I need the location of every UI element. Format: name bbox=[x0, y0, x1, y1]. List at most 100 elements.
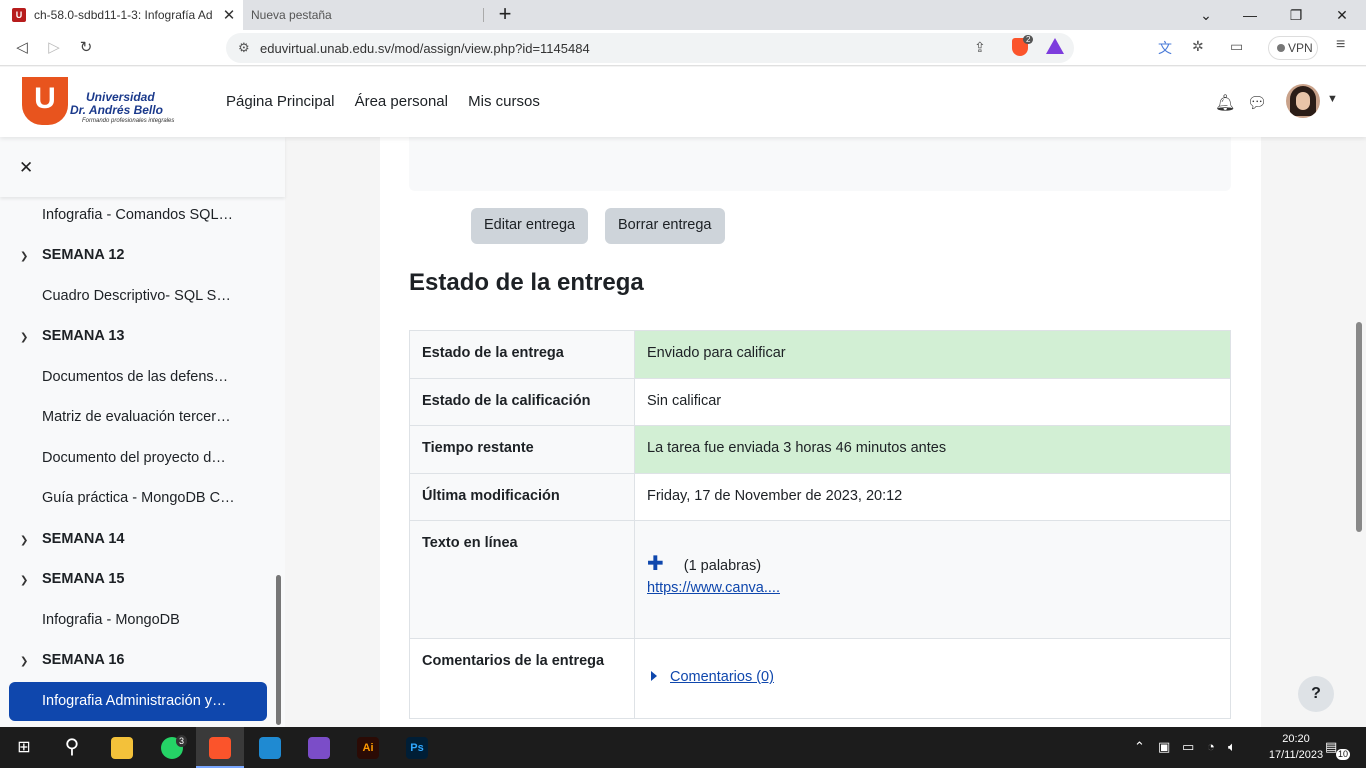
drawer-item[interactable]: Matriz de evaluación tercer… bbox=[42, 409, 231, 425]
chevron-down-icon[interactable]: ❯ bbox=[20, 535, 42, 546]
illustrator-icon[interactable]: Ai bbox=[344, 727, 392, 768]
page-scrollbar[interactable] bbox=[1356, 322, 1362, 532]
bell-icon[interactable]: 🔔︎ bbox=[1215, 93, 1235, 113]
drawer-section-15[interactable]: ❯ SEMANA 15 bbox=[20, 571, 124, 587]
row-value: La tarea fue enviada 3 horas 46 minutos … bbox=[634, 425, 1231, 474]
browser-tabstrip: U ch-58.0-sdbd11-1-3: Infografía Ad ✕ Nu… bbox=[0, 0, 1366, 30]
table-row: Tiempo restante La tarea fue enviada 3 h… bbox=[409, 425, 1231, 474]
photoshop-icon[interactable]: Ps bbox=[393, 727, 441, 768]
whatsapp-icon[interactable]: 3 bbox=[148, 727, 196, 768]
drawer-scrollbar[interactable] bbox=[276, 575, 281, 725]
drawer-item[interactable]: Cuadro Descriptivo- SQL S… bbox=[42, 288, 231, 304]
row-label: Estado de la entrega bbox=[409, 330, 635, 379]
windows-taskbar: ⊞ ⚲ 3 Ai Ps ⌃ ▣ ▭ ◔ 🔈︎ 20:20 17/11/2023 … bbox=[0, 727, 1366, 768]
wifi-icon[interactable]: ◔ bbox=[1207, 739, 1215, 754]
tray-chevron-icon[interactable]: ⌃ bbox=[1134, 739, 1145, 755]
nav-dashboard[interactable]: Área personal bbox=[355, 93, 448, 110]
drawer-section-16[interactable]: ❯ SEMANA 16 bbox=[20, 652, 124, 668]
new-tab-button[interactable]: + bbox=[494, 3, 516, 27]
back-icon[interactable]: ◁ bbox=[10, 36, 34, 60]
vpn-label: VPN bbox=[1288, 41, 1313, 55]
chevron-down-icon[interactable]: ❯ bbox=[20, 575, 42, 586]
drawer-item[interactable]: Guía práctica - MongoDB C… bbox=[42, 490, 235, 506]
nav-home[interactable]: Página Principal bbox=[226, 93, 334, 110]
windows-start-icon[interactable]: ⊞ bbox=[0, 727, 48, 768]
wallet-icon[interactable]: ▭ bbox=[1230, 38, 1243, 55]
tray-app-icon[interactable]: ▣ bbox=[1158, 739, 1170, 755]
omnibox[interactable]: ⚙ eduvirtual.unab.edu.sv/mod/assign/view… bbox=[226, 33, 1074, 63]
extensions-icon[interactable]: ✲ bbox=[1192, 38, 1204, 55]
whatsapp-badge: 3 bbox=[176, 735, 188, 747]
forward-icon[interactable]: ▷ bbox=[42, 36, 66, 60]
drawer-section-13[interactable]: ❯ SEMANA 13 bbox=[20, 328, 124, 344]
brave-browser-icon[interactable] bbox=[196, 727, 244, 768]
reload-icon[interactable]: ↻ bbox=[74, 36, 98, 60]
table-row: Texto en línea ✚ (1 palabras) https://www… bbox=[409, 520, 1231, 639]
caret-right-icon[interactable] bbox=[651, 671, 657, 681]
tab-active[interactable]: U ch-58.0-sdbd11-1-3: Infografía Ad ✕ bbox=[0, 0, 243, 30]
help-button[interactable]: ? bbox=[1298, 676, 1334, 712]
vscode-icon[interactable] bbox=[246, 727, 294, 768]
window-close-icon[interactable]: ✕ bbox=[1322, 0, 1362, 30]
drawer-item[interactable]: Documento del proyecto d… bbox=[42, 450, 226, 466]
unab-logo[interactable]: U Universidad Dr. Andrés Bello Formando … bbox=[22, 77, 182, 129]
avatar[interactable] bbox=[1286, 84, 1320, 118]
table-row: Comentarios de la entrega Comentarios (0… bbox=[409, 638, 1231, 719]
brave-rewards-icon[interactable] bbox=[1046, 38, 1064, 54]
submission-status-table: Estado de la entrega Enviado para califi… bbox=[409, 330, 1231, 719]
row-value: Enviado para calificar bbox=[634, 330, 1231, 379]
row-value: Sin calificar bbox=[634, 378, 1231, 426]
comments-link[interactable]: Comentarios (0) bbox=[670, 669, 774, 685]
nav-my-courses[interactable]: Mis cursos bbox=[468, 93, 540, 110]
drawer-item[interactable]: Documentos de las defens… bbox=[42, 369, 228, 385]
tab-title: Nueva pestaña bbox=[251, 8, 332, 22]
tab-search-chevron-icon[interactable]: ⌄ bbox=[1186, 0, 1226, 30]
minimize-icon[interactable]: — bbox=[1230, 0, 1270, 30]
chevron-down-icon[interactable]: ❯ bbox=[20, 656, 42, 667]
translate-icon[interactable]: 文 bbox=[1158, 38, 1172, 58]
expand-plus-icon[interactable]: ✚ bbox=[647, 553, 664, 575]
file-explorer-icon[interactable] bbox=[98, 727, 146, 768]
logo-mark-icon: U bbox=[22, 77, 68, 125]
row-value: Friday, 17 de November de 2023, 20:12 bbox=[634, 473, 1231, 521]
drawer-item-active[interactable]: Infografia Administración y… bbox=[9, 682, 267, 721]
delete-submission-button[interactable]: Borrar entrega bbox=[605, 208, 725, 244]
chevron-down-icon[interactable]: ▼ bbox=[1327, 93, 1338, 105]
search-icon[interactable]: ⚲ bbox=[48, 727, 96, 768]
course-index-drawer: ✕ Infografia - Comandos SQL… ❯ SEMANA 12 … bbox=[0, 137, 285, 727]
online-text-link[interactable]: https://www.canva.... bbox=[647, 580, 780, 596]
visual-studio-icon[interactable] bbox=[295, 727, 343, 768]
chevron-down-icon[interactable]: ❯ bbox=[20, 251, 42, 262]
taskbar-clock[interactable]: 20:20 17/11/2023 bbox=[1266, 731, 1326, 763]
comments-cell: Comentarios (0) bbox=[634, 638, 1231, 719]
messages-icon[interactable]: 💬︎ bbox=[1247, 93, 1267, 113]
close-icon[interactable]: ✕ bbox=[19, 158, 33, 178]
drawer-section-14[interactable]: ❯ SEMANA 14 bbox=[20, 531, 124, 547]
row-label: Tiempo restante bbox=[409, 425, 635, 474]
drawer-item[interactable]: Infografia - MongoDB bbox=[42, 612, 180, 628]
unab-favicon-icon: U bbox=[12, 8, 26, 22]
tab-new[interactable]: Nueva pestaña bbox=[243, 0, 483, 30]
notification-count: 10 bbox=[1336, 749, 1351, 760]
battery-icon[interactable]: ▭ bbox=[1182, 739, 1194, 755]
share-icon[interactable]: ⇪ bbox=[974, 39, 986, 56]
drawer-section-12[interactable]: ❯ SEMANA 12 bbox=[20, 247, 124, 263]
restore-icon[interactable]: ❐ bbox=[1276, 0, 1316, 30]
menu-icon[interactable]: ≡ bbox=[1336, 36, 1345, 54]
vpn-button[interactable]: VPN bbox=[1268, 36, 1318, 60]
submission-status-heading: Estado de la entrega bbox=[409, 269, 644, 296]
shield-count-badge: 2 bbox=[1023, 35, 1034, 44]
chevron-down-icon[interactable]: ❯ bbox=[20, 332, 42, 343]
site-header: U Universidad Dr. Andrés Bello Formando … bbox=[0, 67, 1366, 137]
logo-line2: Dr. Andrés Bello bbox=[70, 103, 163, 117]
url-text[interactable]: eduvirtual.unab.edu.sv/mod/assign/view.p… bbox=[260, 41, 590, 56]
site-settings-icon[interactable]: ⚙ bbox=[238, 40, 250, 56]
edit-submission-button[interactable]: Editar entrega bbox=[471, 208, 589, 244]
table-row: Última modificación Friday, 17 de Novemb… bbox=[409, 473, 1231, 521]
row-label: Estado de la calificación bbox=[409, 378, 635, 426]
drawer-item[interactable]: Infografia - Comandos SQL… bbox=[42, 207, 233, 223]
row-label: Última modificación bbox=[409, 473, 635, 521]
tab-close-icon[interactable]: ✕ bbox=[219, 6, 239, 24]
volume-icon[interactable]: 🔈︎ bbox=[1228, 739, 1236, 755]
word-count: (1 palabras) bbox=[683, 558, 762, 574]
